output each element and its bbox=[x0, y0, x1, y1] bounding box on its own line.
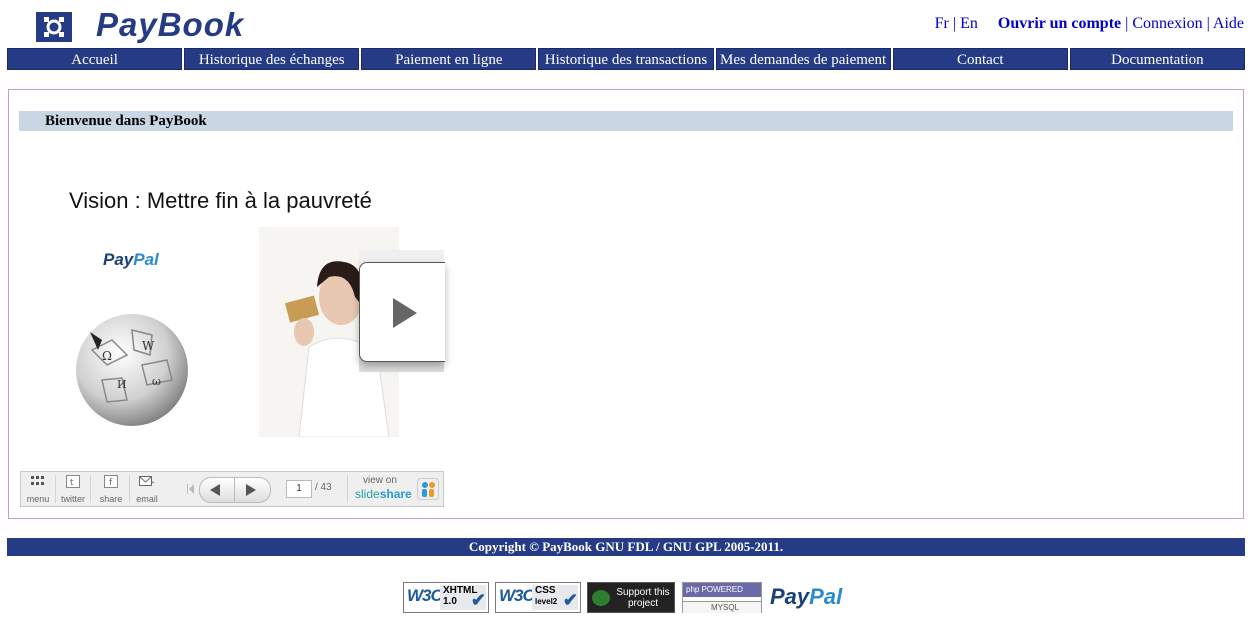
slide-title: Vision : Mettre fin à la pauvreté bbox=[69, 188, 372, 213]
page-number-input[interactable]: 1 bbox=[286, 480, 312, 498]
support-line1: Support this bbox=[616, 587, 670, 598]
divider bbox=[234, 478, 235, 502]
brand-title[interactable]: PayBook bbox=[96, 6, 244, 44]
slideshare-controlbar: menu t twitter f share email 1 / 43 view… bbox=[20, 471, 444, 507]
support-text: Support this project bbox=[613, 587, 673, 609]
open-account-link[interactable]: Ouvrir un compte bbox=[998, 15, 1121, 32]
nav-item-demandes-paiement[interactable]: Mes demandes de paiement bbox=[715, 48, 891, 70]
nav-item-contact[interactable]: Contact bbox=[892, 48, 1068, 70]
wikipedia-globe-icon: Ω W И ω bbox=[76, 314, 188, 426]
mysql-text: MYSQL bbox=[683, 601, 761, 613]
nav-item-paiement-en-ligne[interactable]: Paiement en ligne bbox=[361, 48, 537, 70]
slideshare-link[interactable]: slideshare bbox=[355, 487, 412, 501]
twitter-icon: t bbox=[66, 475, 80, 488]
divider bbox=[347, 475, 348, 503]
email-icon bbox=[139, 476, 155, 486]
svg-text:Ω: Ω bbox=[102, 349, 112, 363]
logo-icon[interactable] bbox=[36, 12, 72, 42]
next-slide-icon[interactable] bbox=[244, 483, 258, 497]
support-line2: project bbox=[627, 598, 658, 609]
php-mysql-badge[interactable]: php POWERED MYSQL bbox=[682, 582, 762, 613]
footer-copyright: Copyright © PayBook GNU FDL / GNU GPL 20… bbox=[7, 538, 1245, 556]
help-link[interactable]: Aide bbox=[1213, 15, 1244, 32]
xhtml-version: 1.0 bbox=[443, 596, 457, 607]
menu-icon bbox=[31, 476, 44, 485]
welcome-heading: Bienvenue dans PayBook bbox=[19, 111, 1233, 131]
nav-item-historique-transactions[interactable]: Historique des transactions bbox=[538, 48, 714, 70]
slide-navigation bbox=[199, 477, 271, 503]
paypal-pal-text: Pal bbox=[133, 250, 159, 269]
play-icon bbox=[393, 298, 417, 328]
slideshare-text-a: slide bbox=[355, 487, 380, 501]
content-panel: Bienvenue dans PayBook bbox=[8, 89, 1244, 519]
facebook-icon: f bbox=[104, 475, 118, 488]
share-button[interactable]: f share bbox=[94, 472, 128, 506]
view-on-label: view on bbox=[363, 475, 397, 486]
previous-slide-icon[interactable] bbox=[208, 483, 222, 497]
lang-en-link[interactable]: En bbox=[960, 15, 978, 32]
paypal-pay-text: Pay bbox=[770, 584, 810, 609]
paypal-pay-text: Pay bbox=[103, 250, 134, 269]
w3c-xhtml-badge[interactable]: W3C XHTML 1.0 ✔ bbox=[403, 582, 489, 613]
nav-item-historique-echanges[interactable]: Historique des échanges bbox=[184, 48, 360, 70]
first-slide-icon[interactable] bbox=[187, 484, 195, 494]
css-label: CSS bbox=[535, 585, 556, 596]
nav-item-accueil[interactable]: Accueil bbox=[7, 48, 183, 70]
menu-button[interactable]: menu bbox=[21, 472, 55, 506]
svg-text:ω: ω bbox=[152, 375, 161, 388]
slideshare-logo-icon[interactable] bbox=[417, 478, 439, 500]
checkmark-icon: ✔ bbox=[562, 590, 578, 610]
separator: | bbox=[952, 15, 957, 32]
email-label: email bbox=[136, 494, 158, 504]
support-project-badge[interactable]: Support this project bbox=[587, 582, 675, 613]
checkmark-icon: ✔ bbox=[470, 590, 486, 610]
share-label: share bbox=[99, 494, 123, 504]
main-nav: Accueil Historique des échanges Paiement… bbox=[7, 48, 1245, 70]
slideshare-text-b: share bbox=[379, 487, 412, 501]
menu-label: menu bbox=[26, 494, 50, 504]
paypal-badge[interactable]: PayPal bbox=[770, 584, 842, 610]
svg-text:W: W bbox=[142, 339, 155, 353]
lang-fr-link[interactable]: Fr bbox=[935, 15, 949, 32]
login-link[interactable]: Connexion bbox=[1132, 15, 1202, 32]
divider bbox=[90, 475, 91, 503]
separator: | bbox=[1206, 15, 1210, 32]
css-version: level2 bbox=[535, 597, 558, 606]
w3c-logo-icon: W3C bbox=[499, 586, 535, 605]
support-icon bbox=[592, 590, 610, 606]
play-button[interactable] bbox=[359, 262, 445, 362]
nav-item-documentation[interactable]: Documentation bbox=[1069, 48, 1245, 70]
separator: | bbox=[1125, 15, 1129, 32]
php-powered-text: php POWERED bbox=[683, 583, 761, 597]
page-total: / 43 bbox=[315, 482, 332, 493]
paypal-logo: PayPal bbox=[103, 250, 159, 270]
twitter-button[interactable]: t twitter bbox=[56, 472, 90, 506]
paypal-pal-text: Pal bbox=[809, 584, 843, 609]
w3c-css-badge[interactable]: W3C CSS level2 ✔ bbox=[495, 582, 581, 613]
svg-text:t: t bbox=[70, 478, 74, 488]
w3c-logo-icon: W3C bbox=[407, 586, 443, 605]
top-links: Fr | En Ouvrir un compte | Connexion | A… bbox=[935, 15, 1244, 33]
email-button[interactable]: email bbox=[130, 472, 164, 506]
twitter-label: twitter bbox=[60, 494, 85, 504]
svg-text:И: И bbox=[117, 378, 127, 391]
